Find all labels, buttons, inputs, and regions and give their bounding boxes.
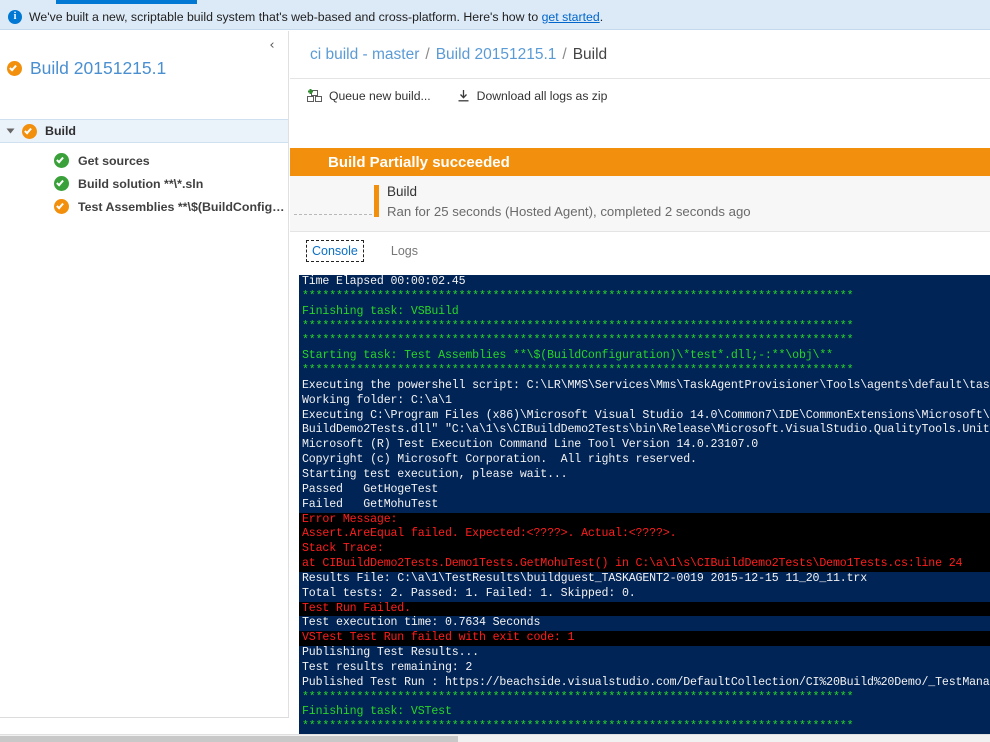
success-icon <box>54 153 69 168</box>
console-line: ****************************************… <box>302 289 854 303</box>
sidebar-task-label: Build solution **\*.sln <box>78 176 204 191</box>
console-line: BuildDemo2Tests.dll" "C:\a\1\s\CIBuildDe… <box>302 423 990 437</box>
sidebar-task-list: Get sources Build solution **\*.sln Test… <box>0 149 288 218</box>
build-timeline: Build Ran for 25 seconds (Hosted Agent),… <box>290 176 990 232</box>
timeline-status-bar <box>374 185 379 217</box>
sidebar-build-header[interactable]: Build 20151215.1 <box>7 58 166 79</box>
add-build-icon <box>307 89 322 103</box>
console-line: ****************************************… <box>302 319 854 333</box>
timeline-subtitle: Ran for 25 seconds (Hosted Agent), compl… <box>387 204 751 219</box>
main-content: ci build - master / Build 20151215.1 / B… <box>290 31 990 742</box>
console-line: Total tests: 2. Passed: 1. Failed: 1. Sk… <box>302 586 636 600</box>
console-line: ****************************************… <box>302 690 854 704</box>
sidebar-bottom-divider <box>0 717 289 718</box>
partial-success-icon <box>54 199 69 214</box>
sidebar-node-label: Build <box>45 124 76 138</box>
sidebar-task-build-solution[interactable]: Build solution **\*.sln <box>0 172 288 195</box>
console-line: Published Test Run : https://beachside.v… <box>302 675 990 689</box>
info-icon: i <box>8 10 22 24</box>
console-output[interactable]: Time Elapsed 00:00:02.45 ****************… <box>299 275 990 742</box>
console-line: Executing the powershell script: C:\LR\M… <box>302 378 990 392</box>
console-line: Stack Trace: <box>299 542 990 558</box>
console-line: Results File: C:\a\1\TestResults\buildgu… <box>302 571 868 585</box>
console-line: Working folder: C:\a\1 <box>302 393 452 407</box>
console-line: Failed GetMohuTest <box>302 497 439 511</box>
console-line: Passed GetHogeTest <box>302 482 439 496</box>
breadcrumb-separator: / <box>425 45 430 63</box>
status-text: Build Partially succeeded <box>328 153 510 171</box>
console-line: at CIBuildDemo2Tests.Demo1Tests.GetMohuT… <box>299 557 990 572</box>
success-icon <box>54 176 69 191</box>
status-badge: Build Partially succeeded <box>290 148 990 176</box>
chevron-down-icon[interactable] <box>6 128 15 134</box>
queue-new-build-label: Queue new build... <box>329 89 431 103</box>
sidebar-task-label: Get sources <box>78 153 150 168</box>
console-line: Starting test execution, please wait... <box>302 467 568 481</box>
console-line: Finishing task: VSTest <box>302 705 452 719</box>
active-tab-indicator[interactable] <box>56 0 197 4</box>
breadcrumb-definition-link[interactable]: ci build - master <box>310 46 419 64</box>
console-line: Test results remaining: 2 <box>302 660 473 674</box>
sidebar-node-build[interactable]: Build <box>0 119 288 143</box>
console-line: Assert.AreEqual failed. Expected:<????>.… <box>299 527 990 543</box>
console-line: Finishing task: VSBuild <box>302 304 459 318</box>
breadcrumb-separator: / <box>562 45 567 63</box>
console-line: Copyright (c) Microsoft Corporation. All… <box>302 453 697 467</box>
timeline-dashed-connector <box>294 214 372 215</box>
log-tabs: Console Logs <box>290 233 990 269</box>
horizontal-scrollbar[interactable] <box>0 734 990 742</box>
partial-success-icon <box>7 61 22 76</box>
tab-logs[interactable]: Logs <box>386 241 423 261</box>
console-line: ****************************************… <box>302 720 854 734</box>
download-logs-button[interactable]: Download all logs as zip <box>457 89 608 103</box>
sidebar-build-title: Build 20151215.1 <box>30 58 167 78</box>
sidebar-task-label: Test Assemblies **\$(BuildConfigur... <box>78 199 288 214</box>
console-line: Time Elapsed 00:00:02.45 <box>302 275 466 288</box>
get-started-link[interactable]: get started <box>542 10 600 24</box>
breadcrumb-build-link[interactable]: Build 20151215.1 <box>436 46 557 64</box>
console-line: Starting task: Test Assemblies **\$(Buil… <box>302 349 833 363</box>
sidebar-task-get-sources[interactable]: Get sources <box>0 149 288 172</box>
info-banner-message: We've built a new, scriptable build syst… <box>29 10 542 24</box>
tab-console[interactable]: Console <box>306 240 364 262</box>
console-line: Test execution time: 0.7634 Seconds <box>302 616 541 630</box>
console-line: Microsoft (R) Test Execution Command Lin… <box>302 438 759 452</box>
info-banner: i We've built a new, scriptable build sy… <box>0 5 990 30</box>
info-banner-text: We've built a new, scriptable build syst… <box>29 10 603 24</box>
info-banner-suffix: . <box>599 10 604 24</box>
build-sidebar: ‹ Build 20151215.1 Build Get sources Bui… <box>0 31 289 717</box>
console-line: Publishing Test Results... <box>302 646 479 660</box>
console-line: Executing C:\Program Files (x86)\Microso… <box>302 408 990 422</box>
download-logs-label: Download all logs as zip <box>476 89 608 103</box>
scrollbar-thumb[interactable] <box>0 736 458 742</box>
collapse-sidebar-icon[interactable]: ‹ <box>264 38 280 54</box>
console-line: VSTest Test Run failed with exit code: 1 <box>299 631 990 647</box>
build-toolbar: Queue new build... Download all logs as … <box>290 80 990 112</box>
sidebar-task-test-assemblies[interactable]: Test Assemblies **\$(BuildConfigur... <box>0 195 288 218</box>
console-line: Error Message: <box>299 512 990 528</box>
timeline-title: Build <box>387 184 418 199</box>
breadcrumb: ci build - master / Build 20151215.1 / B… <box>290 31 990 79</box>
console-line: ****************************************… <box>302 334 854 348</box>
queue-new-build-button[interactable]: Queue new build... <box>307 89 431 103</box>
app-root: i We've built a new, scriptable build sy… <box>0 0 990 742</box>
breadcrumb-current: Build <box>572 45 608 63</box>
console-line: ****************************************… <box>302 364 854 378</box>
download-icon <box>457 89 470 103</box>
partial-success-icon <box>22 123 37 139</box>
console-line: Test Run Failed. <box>299 601 990 617</box>
